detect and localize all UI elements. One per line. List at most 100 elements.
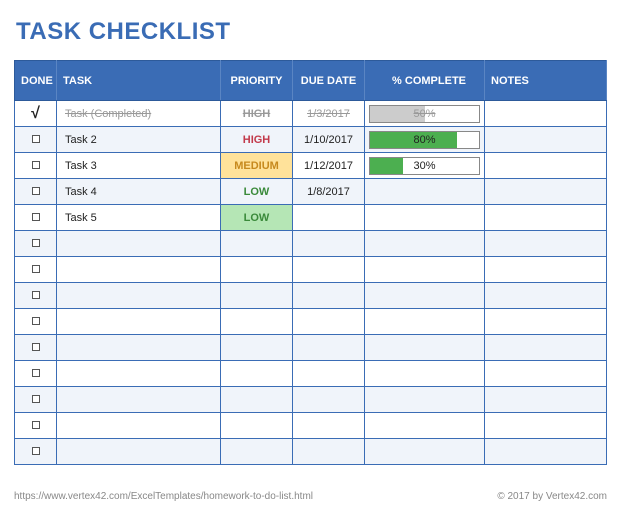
empty-cell[interactable] (365, 335, 485, 361)
header-done: DONE (15, 61, 57, 101)
empty-cell[interactable] (365, 413, 485, 439)
empty-cell[interactable] (365, 309, 485, 335)
empty-cell[interactable] (293, 335, 365, 361)
empty-cell[interactable] (293, 309, 365, 335)
task-cell[interactable]: Task 4 (57, 179, 221, 205)
done-cell[interactable] (15, 387, 57, 413)
priority-cell[interactable]: MEDIUM (221, 153, 293, 179)
done-cell[interactable] (15, 335, 57, 361)
empty-cell[interactable] (365, 439, 485, 465)
done-cell[interactable] (15, 413, 57, 439)
empty-cell[interactable] (365, 361, 485, 387)
empty-cell[interactable] (293, 283, 365, 309)
empty-cell[interactable] (365, 283, 485, 309)
priority-cell[interactable]: HIGH (221, 101, 293, 127)
table-row: Task 2HIGH1/10/201780% (15, 127, 607, 153)
empty-cell[interactable] (293, 361, 365, 387)
done-cell[interactable] (15, 283, 57, 309)
notes-cell[interactable] (485, 101, 607, 127)
complete-cell[interactable] (365, 205, 485, 231)
empty-cell[interactable] (485, 283, 607, 309)
progress-label: 50% (370, 108, 479, 120)
task-cell[interactable]: Task 5 (57, 205, 221, 231)
done-cell[interactable] (15, 439, 57, 465)
task-text: Task 5 (65, 212, 97, 224)
empty-cell[interactable] (221, 413, 293, 439)
empty-cell[interactable] (221, 309, 293, 335)
empty-cell[interactable] (57, 335, 221, 361)
empty-cell[interactable] (57, 283, 221, 309)
empty-cell[interactable] (485, 335, 607, 361)
empty-cell[interactable] (57, 309, 221, 335)
empty-cell[interactable] (365, 257, 485, 283)
duedate-cell[interactable]: 1/3/2017 (293, 101, 365, 127)
checkbox-icon (32, 265, 40, 273)
empty-cell[interactable] (485, 439, 607, 465)
complete-cell[interactable]: 30% (365, 153, 485, 179)
checkbox-icon (32, 421, 40, 429)
empty-cell[interactable] (485, 387, 607, 413)
priority-cell[interactable]: LOW (221, 179, 293, 205)
header-notes: NOTES (485, 61, 607, 101)
done-cell[interactable] (15, 205, 57, 231)
notes-cell[interactable] (485, 127, 607, 153)
empty-cell[interactable] (57, 257, 221, 283)
empty-cell[interactable] (221, 231, 293, 257)
empty-cell[interactable] (293, 387, 365, 413)
done-cell[interactable]: √ (15, 101, 57, 127)
priority-cell[interactable]: LOW (221, 205, 293, 231)
task-text: Task 3 (65, 160, 97, 172)
empty-cell[interactable] (221, 283, 293, 309)
done-cell[interactable] (15, 153, 57, 179)
empty-cell[interactable] (221, 387, 293, 413)
empty-cell[interactable] (221, 335, 293, 361)
complete-cell[interactable] (365, 179, 485, 205)
empty-cell[interactable] (293, 413, 365, 439)
empty-cell[interactable] (221, 257, 293, 283)
task-cell[interactable]: Task (Completed) (57, 101, 221, 127)
duedate-cell[interactable]: 1/8/2017 (293, 179, 365, 205)
task-cell[interactable]: Task 2 (57, 127, 221, 153)
empty-cell[interactable] (485, 231, 607, 257)
empty-cell[interactable] (57, 439, 221, 465)
empty-cell[interactable] (57, 413, 221, 439)
table-row (15, 257, 607, 283)
empty-cell[interactable] (57, 231, 221, 257)
header-task: TASK (57, 61, 221, 101)
duedate-cell[interactable] (293, 205, 365, 231)
table-row (15, 361, 607, 387)
priority-cell[interactable]: HIGH (221, 127, 293, 153)
done-cell[interactable] (15, 361, 57, 387)
empty-cell[interactable] (485, 361, 607, 387)
done-cell[interactable] (15, 127, 57, 153)
empty-cell[interactable] (365, 231, 485, 257)
empty-cell[interactable] (485, 309, 607, 335)
complete-cell[interactable]: 50% (365, 101, 485, 127)
complete-cell[interactable]: 80% (365, 127, 485, 153)
empty-cell[interactable] (293, 231, 365, 257)
header-complete: % COMPLETE (365, 61, 485, 101)
notes-cell[interactable] (485, 205, 607, 231)
empty-cell[interactable] (293, 439, 365, 465)
empty-cell[interactable] (221, 361, 293, 387)
empty-cell[interactable] (57, 387, 221, 413)
empty-cell[interactable] (485, 257, 607, 283)
empty-cell[interactable] (57, 361, 221, 387)
task-text: Task (Completed) (65, 108, 151, 120)
empty-cell[interactable] (365, 387, 485, 413)
table-row (15, 439, 607, 465)
done-cell[interactable] (15, 257, 57, 283)
task-cell[interactable]: Task 3 (57, 153, 221, 179)
checkbox-icon (32, 317, 40, 325)
done-cell[interactable] (15, 231, 57, 257)
duedate-cell[interactable]: 1/12/2017 (293, 153, 365, 179)
empty-cell[interactable] (221, 439, 293, 465)
duedate-cell[interactable]: 1/10/2017 (293, 127, 365, 153)
notes-cell[interactable] (485, 153, 607, 179)
notes-cell[interactable] (485, 179, 607, 205)
footer-url: https://www.vertex42.com/ExcelTemplates/… (14, 491, 313, 502)
done-cell[interactable] (15, 309, 57, 335)
empty-cell[interactable] (485, 413, 607, 439)
done-cell[interactable] (15, 179, 57, 205)
empty-cell[interactable] (293, 257, 365, 283)
